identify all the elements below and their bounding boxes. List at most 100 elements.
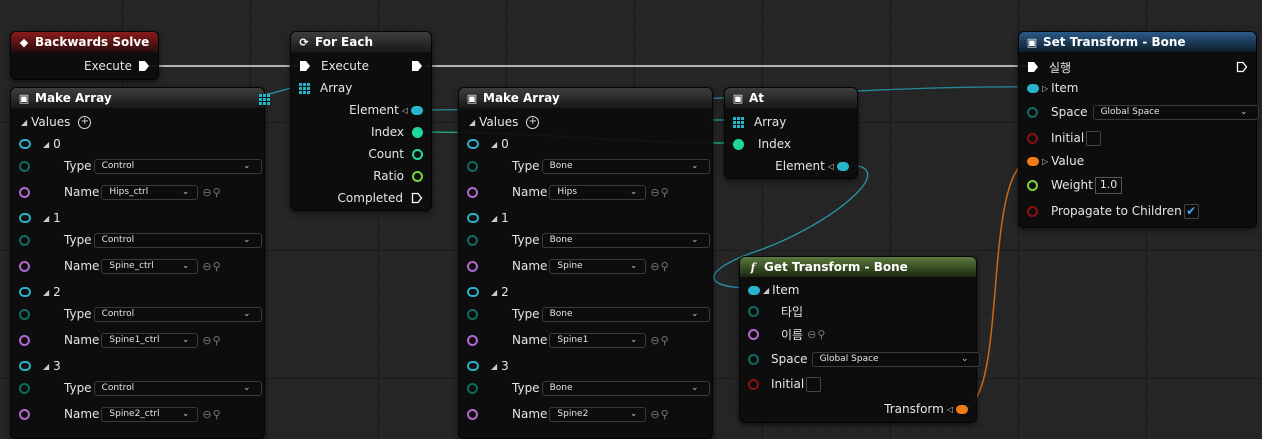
weight-input[interactable]: 1.0	[1094, 176, 1123, 194]
for-each-header[interactable]: ⟳ For Each	[291, 32, 431, 52]
array-out-pin-icon[interactable]	[259, 93, 270, 105]
make-array-header[interactable]: ▣ Make Array	[459, 88, 712, 108]
type-dropdown[interactable]: Control ⌄	[93, 232, 262, 248]
struct-pin-icon[interactable]	[19, 139, 31, 149]
use-selected-arrow-icon[interactable]: ⊖	[202, 334, 211, 347]
name-pin-icon[interactable]	[19, 186, 30, 198]
type-dropdown[interactable]: Bone ⌄	[541, 380, 710, 396]
struct-pin-icon[interactable]	[19, 213, 31, 223]
type-dropdown[interactable]: Control ⌄	[93, 306, 262, 322]
expand-triangle-icon[interactable]: ◢	[469, 118, 475, 127]
name-dropdown[interactable]: Hips_ctrl ⌄	[101, 184, 199, 200]
expand-triangle-icon[interactable]: ◢	[21, 118, 27, 127]
get-transform-header[interactable]: f Get Transform - Bone	[740, 257, 976, 277]
name-pin-icon[interactable]	[467, 186, 478, 198]
struct-expand-icon[interactable]: ◁	[402, 106, 408, 115]
exec-in-pin-icon[interactable]	[299, 60, 311, 72]
expand-triangle-icon[interactable]: ◢	[43, 362, 49, 371]
index-in-pin-icon[interactable]	[733, 138, 744, 150]
browse-search-icon[interactable]: ⚲	[661, 186, 669, 199]
name-pin-icon[interactable]	[467, 260, 478, 272]
make-array-node[interactable]: ▣ Make Array ◢ Values + ◢ 0 Type Bone ⌄ Name H…	[458, 87, 713, 439]
at-node[interactable]: ▣ At Array Index Element ◁	[724, 87, 858, 179]
name-dropdown[interactable]: Spine ⌄	[549, 258, 647, 274]
initial-pin-icon[interactable]	[1027, 132, 1038, 144]
type-dropdown[interactable]: Bone ⌄	[541, 306, 710, 322]
set-transform-header[interactable]: ▣ Set Transform - Bone	[1019, 32, 1256, 52]
backwards-solve-header[interactable]: ◆ Backwards Solve	[11, 32, 158, 52]
name-dropdown[interactable]: Spine1_ctrl ⌄	[101, 332, 199, 348]
expand-triangle-icon[interactable]: ◢	[43, 288, 49, 297]
index-out-pin-icon[interactable]	[412, 126, 423, 138]
type-pin-icon[interactable]	[748, 305, 759, 317]
propagate-checkbox[interactable]: ✔	[1183, 203, 1199, 219]
type-pin-icon[interactable]	[19, 308, 30, 320]
type-pin-icon[interactable]	[19, 234, 30, 246]
struct-expand-icon[interactable]: ◁	[947, 405, 953, 414]
type-dropdown[interactable]: Control ⌄	[93, 158, 262, 174]
space-dropdown[interactable]: Global Space ⌄	[1092, 104, 1259, 120]
exec-out-pin-icon[interactable]	[138, 60, 150, 72]
name-pin-icon[interactable]	[748, 328, 759, 340]
add-element-plus-icon[interactable]: +	[78, 115, 92, 129]
element-out-pin-icon[interactable]	[837, 161, 849, 171]
name-pin-icon[interactable]	[19, 408, 30, 420]
initial-checkbox[interactable]	[806, 376, 822, 392]
propagate-pin-icon[interactable]	[1027, 205, 1038, 217]
exec-out-pin-icon[interactable]	[1236, 61, 1248, 73]
add-element-plus-icon[interactable]: +	[526, 115, 540, 129]
expand-triangle-icon[interactable]: ◢	[43, 214, 49, 223]
struct-pin-icon[interactable]	[467, 213, 479, 223]
name-dropdown[interactable]: Spine2 ⌄	[549, 406, 647, 422]
value-in-pin-icon[interactable]	[1027, 156, 1039, 166]
struct-pin-icon[interactable]	[467, 287, 479, 297]
name-dropdown[interactable]: Spine2_ctrl ⌄	[101, 406, 199, 422]
backwards-solve-node[interactable]: ◆ Backwards Solve Execute	[10, 31, 159, 80]
use-selected-arrow-icon[interactable]: ⊖	[202, 260, 211, 273]
browse-search-icon[interactable]: ⚲	[661, 260, 669, 273]
array-in-pin-icon[interactable]	[733, 116, 744, 128]
struct-pin-icon[interactable]	[467, 361, 479, 371]
struct-collapse-icon[interactable]: ◢	[763, 286, 769, 295]
browse-search-icon[interactable]: ⚲	[817, 328, 825, 341]
expand-triangle-icon[interactable]: ◢	[43, 140, 49, 149]
browse-search-icon[interactable]: ⚲	[213, 334, 221, 347]
type-dropdown[interactable]: Control ⌄	[93, 380, 262, 396]
weight-pin-icon[interactable]	[1027, 179, 1038, 191]
ratio-out-pin-icon[interactable]	[412, 170, 423, 182]
transform-out-pin-icon[interactable]	[956, 404, 968, 414]
browse-search-icon[interactable]: ⚲	[213, 186, 221, 199]
expand-triangle-icon[interactable]: ◢	[491, 288, 497, 297]
browse-search-icon[interactable]: ⚲	[213, 260, 221, 273]
use-selected-arrow-icon[interactable]: ⊖	[650, 408, 659, 421]
use-selected-arrow-icon[interactable]: ⊖	[650, 334, 659, 347]
expand-triangle-icon[interactable]: ◢	[491, 214, 497, 223]
space-pin-icon[interactable]	[748, 353, 759, 365]
browse-search-icon[interactable]: ⚲	[213, 408, 221, 421]
space-dropdown[interactable]: Global Space ⌄	[811, 351, 980, 367]
exec-out-pin-icon[interactable]	[411, 60, 423, 72]
browse-search-icon[interactable]: ⚲	[661, 408, 669, 421]
name-dropdown[interactable]: Hips ⌄	[549, 184, 647, 200]
use-selected-arrow-icon[interactable]: ⊖	[650, 186, 659, 199]
use-selected-arrow-icon[interactable]: ⊖	[202, 186, 211, 199]
initial-checkbox[interactable]	[1086, 130, 1102, 146]
browse-search-icon[interactable]: ⚲	[661, 334, 669, 347]
struct-pin-icon[interactable]	[19, 361, 31, 371]
item-in-pin-icon[interactable]	[748, 285, 760, 295]
type-dropdown[interactable]: Bone ⌄	[541, 158, 710, 174]
at-header[interactable]: ▣ At	[725, 88, 857, 108]
make-array-header[interactable]: ▣ Make Array	[11, 88, 264, 108]
type-pin-icon[interactable]	[467, 234, 478, 246]
set-transform-bone-node[interactable]: ▣ Set Transform - Bone 실행 ▷ Item Space G…	[1018, 31, 1259, 228]
type-pin-icon[interactable]	[467, 160, 478, 172]
exec-completed-pin-icon[interactable]	[411, 192, 423, 204]
for-each-node[interactable]: ⟳ For Each Execute Array Element ◁ Index…	[290, 31, 432, 211]
struct-expand-icon[interactable]: ▷	[1042, 84, 1048, 93]
struct-expand-icon[interactable]: ▷	[1042, 157, 1048, 166]
type-pin-icon[interactable]	[467, 382, 478, 394]
struct-pin-icon[interactable]	[19, 287, 31, 297]
initial-pin-icon[interactable]	[748, 378, 759, 390]
type-dropdown[interactable]: Bone ⌄	[541, 232, 710, 248]
use-selected-arrow-icon[interactable]: ⊖	[807, 328, 816, 341]
